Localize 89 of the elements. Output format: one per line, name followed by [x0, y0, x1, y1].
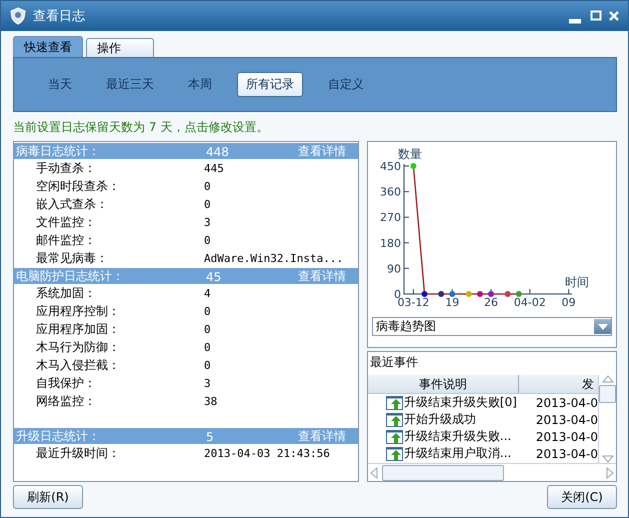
stat-value: 4: [204, 286, 212, 300]
scroll-thumb[interactable]: [599, 385, 616, 403]
stat-label: 木马行为防御：: [36, 338, 121, 356]
stat-value: 0: [204, 340, 212, 354]
stat-label: 网络监控：: [36, 392, 97, 410]
stat-label: 木马入侵拦截：: [36, 356, 121, 374]
stat-label: 文件监控：: [36, 214, 97, 230]
dialog-button[interactable]: 关闭(C): [547, 485, 617, 509]
stat-value: 2013-04-03 21:43:56: [204, 446, 331, 460]
tick-label: 19: [445, 296, 460, 309]
column-header[interactable]: 发: [518, 375, 594, 393]
event-date: 2013-04-0: [536, 396, 598, 410]
dialog-button[interactable]: 刷新(R): [13, 485, 83, 509]
close-icon[interactable]: [608, 10, 620, 22]
range-button[interactable]: 所有记录: [237, 72, 303, 97]
stat-value: AdWare.Win32.Insta...: [204, 252, 344, 264]
data-point: [421, 291, 428, 297]
section-title: 电脑防护日志统计：: [16, 268, 125, 285]
data-point: [449, 291, 456, 297]
stat-label: 自我保护：: [36, 374, 97, 392]
stat-value: 0: [204, 180, 212, 192]
stat-value: 3: [204, 376, 212, 390]
stat-label: 手动查杀：: [36, 160, 97, 176]
data-point: [466, 291, 472, 297]
stat-label: 空闲时段查杀：: [36, 178, 121, 194]
tick-label: 90: [386, 262, 401, 276]
event-text: 升级结束升级失败...: [404, 428, 512, 445]
section-total: 5: [206, 430, 215, 444]
panel-title: 最近事件: [368, 354, 419, 371]
scroll-up-icon[interactable]: [602, 375, 614, 383]
axis-title: 数量: [398, 147, 422, 161]
stat-value: 0: [204, 198, 212, 210]
stat-label: 系统加固：: [36, 284, 97, 302]
data-point: [488, 291, 494, 297]
stat-label: 应用程序加固：: [36, 320, 121, 338]
event-text: 升级结束升级失败[0]: [404, 394, 518, 411]
tick-label: 180: [380, 236, 401, 250]
stat-value: 0: [204, 304, 212, 318]
stat-value: 0: [204, 322, 212, 336]
shield-icon: [9, 7, 27, 25]
event-date: 2013-04-0: [536, 430, 598, 444]
stat-label: 最常见病毒：: [36, 250, 109, 266]
range-button[interactable]: 自定义: [319, 72, 373, 97]
column-header[interactable]: 事件说明: [368, 375, 519, 393]
range-button[interactable]: 当天: [39, 72, 81, 97]
scroll-left-icon[interactable]: [370, 466, 378, 478]
stat-label: 嵌入式查杀：: [36, 196, 109, 212]
tick-label: 360: [380, 186, 401, 199]
chart-type-dropdown[interactable]: 病毒趋势图: [372, 317, 612, 336]
stat-label: 邮件监控：: [36, 232, 97, 248]
dropdown-arrow-icon[interactable]: [598, 324, 608, 330]
data-point: [504, 291, 511, 297]
retention-notice[interactable]: 当前设置日志保留天数为 7 天，点击修改设置。: [13, 112, 617, 141]
tick-label: 270: [380, 211, 401, 224]
event-date: 2013-04-0: [536, 446, 598, 460]
stat-value: 0: [204, 358, 212, 372]
tab[interactable]: 快速查看: [13, 36, 83, 57]
tick-label: 450: [380, 160, 401, 173]
tick-label: 04-02: [514, 296, 546, 309]
stat-value: 38: [204, 394, 218, 408]
section-title: 升级日志统计：: [16, 428, 101, 445]
tick-label: 26: [484, 296, 498, 309]
scroll-thumb[interactable]: [382, 464, 504, 480]
data-point: [410, 163, 416, 169]
window-title: 查看日志: [33, 8, 86, 25]
scroll-down-icon[interactable]: [602, 455, 614, 463]
axis-title: 时间: [564, 275, 589, 289]
event-date: 2013-04-0: [536, 412, 598, 426]
scroll-right-icon[interactable]: [606, 466, 614, 478]
data-point: [438, 291, 444, 297]
stat-value: 445: [204, 162, 225, 174]
horizontal-scrollbar[interactable]: [368, 463, 616, 481]
range-button[interactable]: 本周: [179, 72, 221, 97]
stat-label: 最近升级时间：: [36, 444, 121, 462]
stat-value: 0: [204, 234, 212, 246]
section-total: 45: [206, 270, 222, 284]
data-point: [476, 291, 483, 297]
section-total: 448: [206, 144, 230, 158]
tick-label: 09: [562, 296, 576, 309]
maximize-icon[interactable]: [590, 10, 602, 22]
stat-label: 应用程序控制：: [36, 302, 121, 320]
event-text: 升级结束用户取消...: [404, 445, 512, 462]
range-button[interactable]: 最近三天: [97, 72, 163, 97]
section-title: 病毒日志统计：: [16, 143, 101, 160]
tab[interactable]: 操作: [86, 38, 154, 57]
event-text: 开始升级成功: [404, 411, 477, 428]
vertical-scrollbar[interactable]: [598, 375, 616, 463]
data-point: [516, 291, 522, 297]
stat-value: 3: [204, 216, 212, 228]
